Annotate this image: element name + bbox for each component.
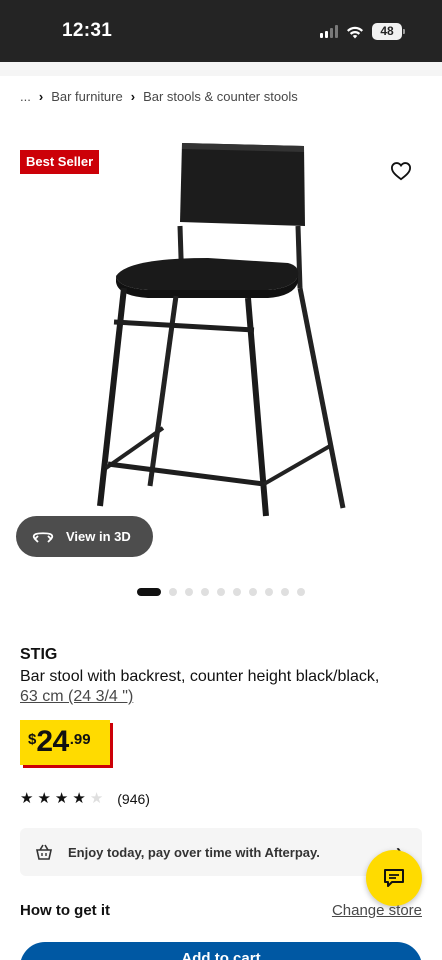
star-icon: ★ [37,790,51,807]
price-decimals: .99 [69,731,91,748]
gallery-pagination [137,588,305,596]
cellular-signal-icon [320,25,338,38]
star-icon: ★ [54,790,69,807]
chat-icon [384,869,404,887]
star-icon: ★ [20,790,34,807]
battery-icon: 48 [372,23,405,40]
gallery-dot[interactable] [185,588,193,596]
status-indicators: 48 [320,23,405,40]
product-size-link[interactable]: 63 cm (24 3/4 ") [20,686,133,707]
price-currency: $ [28,731,37,748]
price-tag: $ 24 .99 [20,720,110,765]
rating[interactable]: ★ ★ ★ ★ ★ (946) [20,790,150,808]
star-empty-icon: ★ [89,790,104,807]
chevron-right-icon: › [38,89,44,104]
review-count: (946) [117,791,150,807]
chat-button[interactable] [366,850,422,906]
rotate-3d-icon [32,531,54,543]
chevron-right-icon: › [130,89,136,104]
change-store-link[interactable]: Change store [332,902,422,919]
breadcrumb-ellipsis[interactable]: ... [20,89,31,104]
wifi-icon [347,26,363,38]
favorite-button[interactable] [388,158,414,184]
star-icon: ★ [72,790,86,807]
product-image [97,143,346,517]
view-in-3d-button[interactable]: View in 3D [16,516,153,557]
gallery-dot[interactable] [217,588,225,596]
gallery-dot[interactable] [249,588,257,596]
gallery-dot[interactable] [201,588,209,596]
breadcrumb-bar-furniture[interactable]: Bar furniture [51,89,123,104]
afterpay-banner[interactable]: Enjoy today, pay over time with Afterpay… [20,828,422,876]
gallery-dot[interactable] [233,588,241,596]
breadcrumb-bar-stools[interactable]: Bar stools & counter stools [143,89,298,104]
add-to-cart-button[interactable]: Add to cart [20,942,422,960]
how-to-get-it-heading: How to get it [20,902,110,919]
status-bar: 12:31 48 [0,0,442,62]
header-strip [0,62,442,76]
afterpay-text: Enjoy today, pay over time with Afterpay… [68,844,320,860]
gallery-dot-active[interactable] [137,588,161,596]
status-time: 12:31 [62,20,113,41]
gallery-dot[interactable] [281,588,289,596]
breadcrumb: ... › Bar furniture › Bar stools & count… [20,89,298,104]
gallery-dot[interactable] [265,588,273,596]
gallery-dot[interactable] [169,588,177,596]
price-integer: 24 [36,725,69,758]
product-name: STIG [20,646,58,663]
product-description: Bar stool with backrest, counter height … [20,668,380,685]
view-in-3d-label: View in 3D [66,529,131,544]
afterpay-basket-icon [36,844,52,860]
best-seller-badge: Best Seller [20,150,100,174]
gallery-dot[interactable] [297,588,305,596]
heart-icon [390,162,412,181]
